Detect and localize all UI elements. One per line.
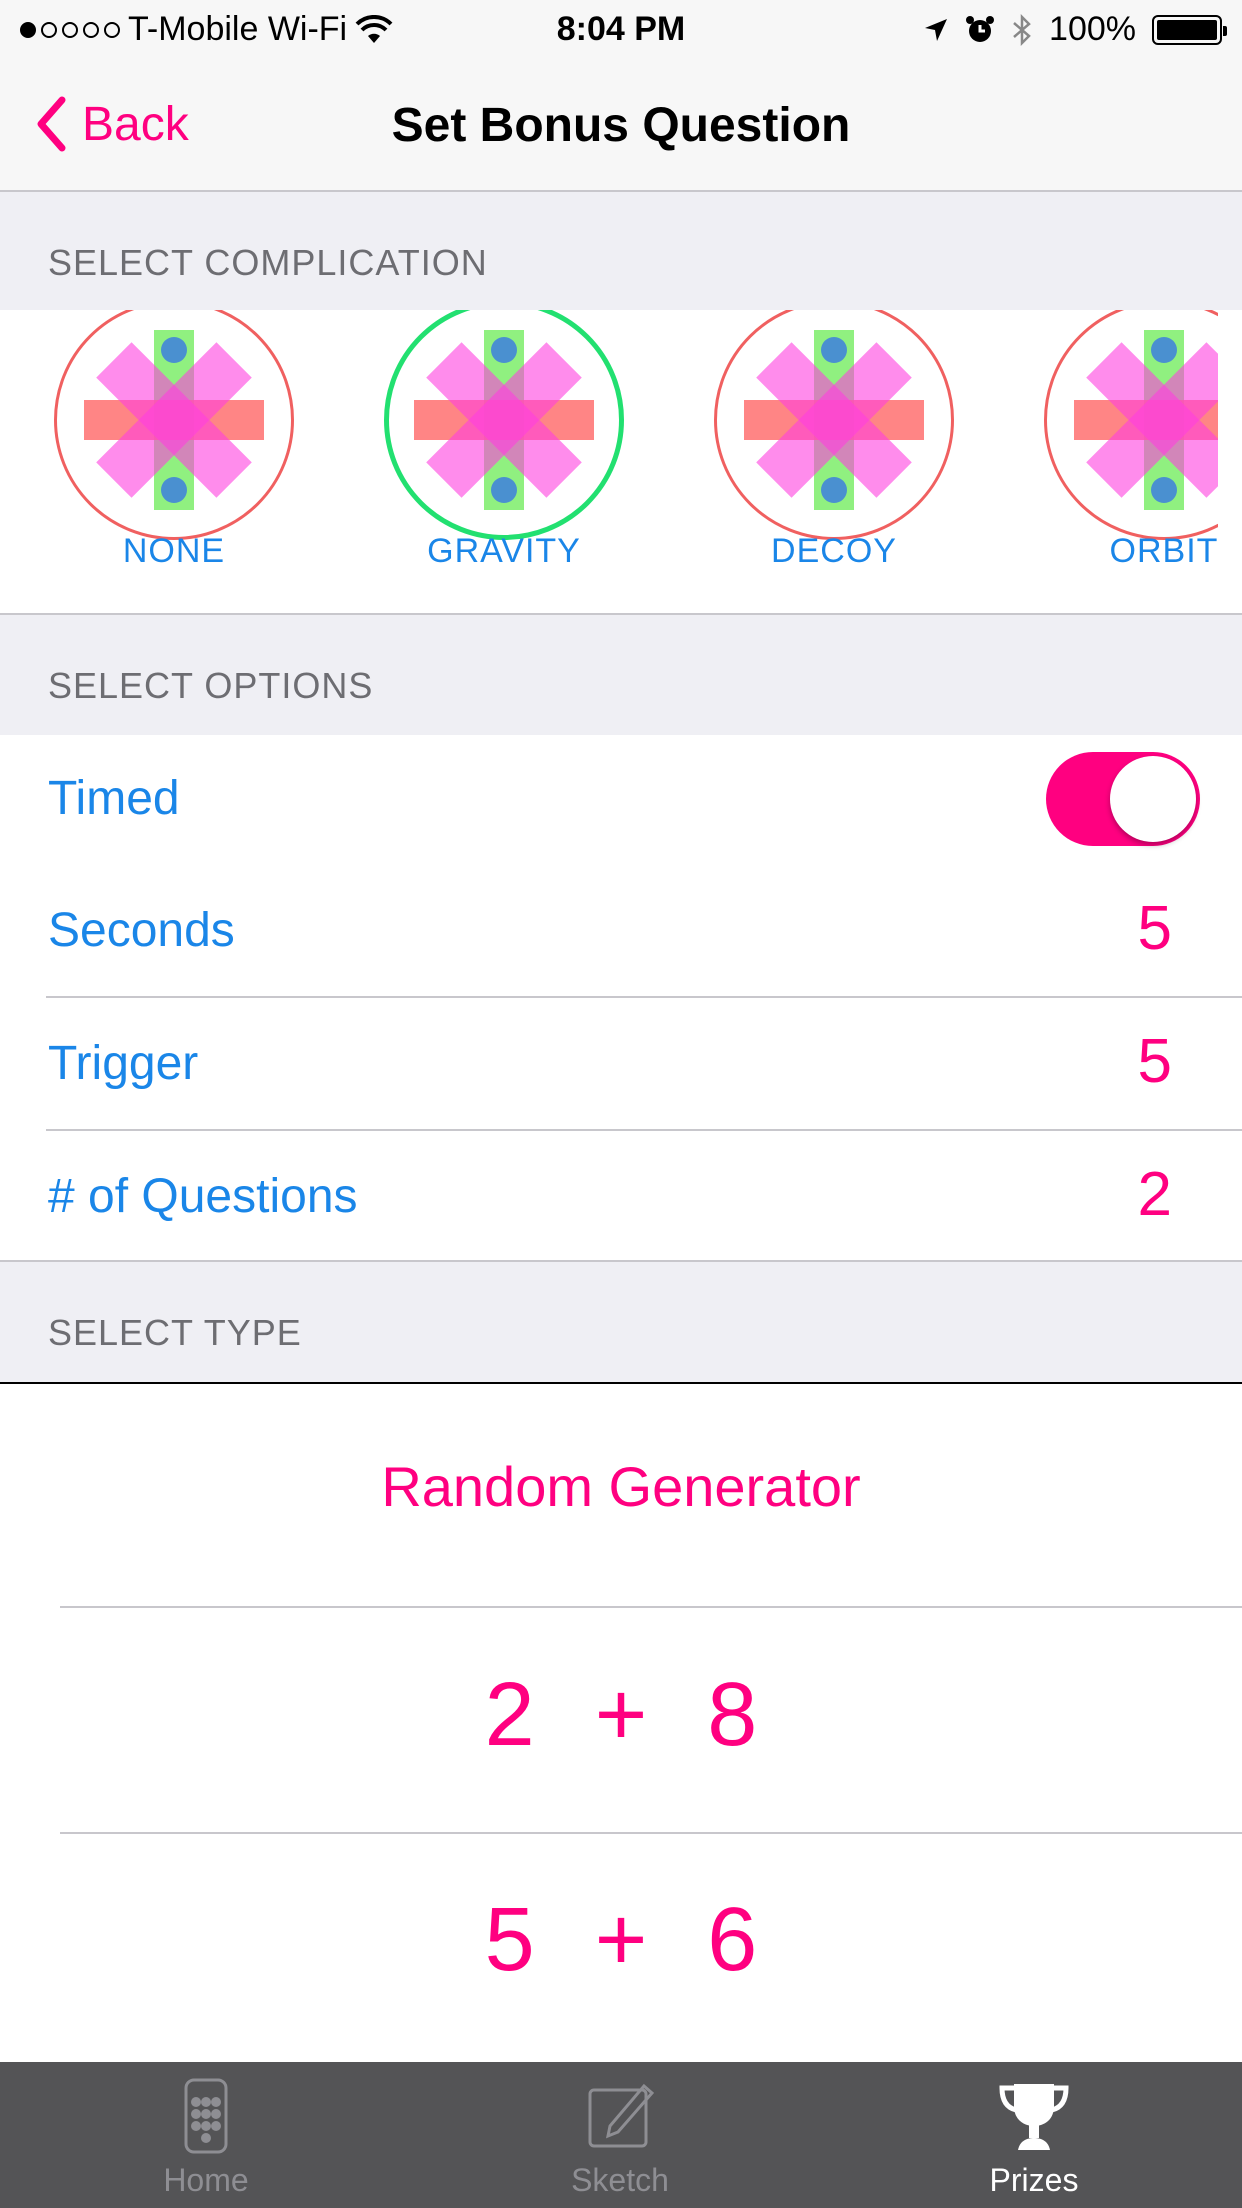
type-list: Random Generator 2 + 8 5 + 6 — [0, 1382, 1242, 2062]
tab-label: Home — [163, 2162, 249, 2198]
battery-icon — [1152, 14, 1227, 45]
operand-a: 2 — [484, 1665, 535, 1765]
equation-row[interactable]: 5 + 6 — [0, 1889, 1242, 1992]
operator: + — [594, 1890, 648, 1990]
navigation-bar: Back Set Bonus Question — [0, 62, 1242, 192]
complication-gravity-icon — [384, 310, 624, 540]
section-header-complication: SELECT COMPLICATION — [0, 192, 1242, 310]
location-arrow-icon — [925, 18, 948, 41]
seconds-label: Seconds — [48, 904, 235, 957]
status-bar: T-Mobile Wi-Fi 8:04 PM 100% — [0, 0, 1242, 62]
sketch-icon — [588, 2083, 655, 2148]
operator: + — [594, 1665, 648, 1765]
tab-prizes[interactable]: Prizes — [884, 2062, 1184, 2208]
seconds-value[interactable]: 5 — [1138, 893, 1172, 964]
complication-carousel[interactable]: NONE GRAVITY DECOY ORBIT — [0, 310, 1242, 615]
section-header-options: SELECT OPTIONS — [0, 615, 1242, 735]
page-title: Set Bonus Question — [391, 99, 851, 152]
option-row-trigger[interactable]: Trigger 5 — [0, 998, 1242, 1129]
random-generator-button[interactable]: Random Generator — [0, 1454, 1242, 1519]
options-list: Timed Seconds 5 Trigger 5 # of Questions… — [0, 735, 1242, 1262]
timed-toggle[interactable] — [1046, 752, 1200, 846]
timed-label: Timed — [48, 772, 180, 825]
tab-sketch[interactable]: Sketch — [470, 2062, 770, 2208]
complication-label: DECOY — [771, 532, 897, 570]
battery-percent: 100% — [1049, 10, 1136, 48]
complication-label: NONE — [122, 532, 226, 570]
complication-orbit-icon — [1044, 310, 1218, 540]
operand-b: 6 — [707, 1890, 758, 1990]
bluetooth-icon — [1013, 13, 1031, 46]
tab-label: Sketch — [571, 2162, 669, 2198]
option-row-timed: Timed — [0, 735, 1242, 863]
alarm-icon — [966, 15, 995, 42]
complication-option-gravity[interactable]: GRAVITY — [354, 310, 654, 613]
trigger-value[interactable]: 5 — [1138, 1026, 1172, 1097]
option-row-seconds[interactable]: Seconds 5 — [0, 863, 1242, 996]
complication-label: ORBIT — [1109, 532, 1218, 570]
toggle-knob — [1110, 756, 1196, 842]
trigger-label: Trigger — [48, 1037, 199, 1090]
questions-value[interactable]: 2 — [1138, 1159, 1172, 1230]
questions-label: # of Questions — [48, 1170, 358, 1223]
complication-decoy-icon — [714, 310, 954, 540]
row-divider — [60, 1832, 1242, 1834]
operand-b: 8 — [707, 1665, 758, 1765]
complication-label: GRAVITY — [427, 532, 581, 570]
keypad-icon — [184, 2078, 228, 2154]
section-header-type: SELECT TYPE — [0, 1262, 1242, 1382]
complication-option-none[interactable]: NONE — [24, 310, 324, 613]
trophy-icon — [999, 2084, 1069, 2150]
equation-row[interactable]: 2 + 8 — [0, 1664, 1242, 1767]
row-divider — [60, 1606, 1242, 1608]
complication-none-icon — [54, 310, 294, 540]
operand-a: 5 — [484, 1890, 535, 1990]
tab-label: Prizes — [989, 2162, 1079, 2198]
tab-home[interactable]: Home — [56, 2062, 356, 2208]
tab-bar: Home Sketch Prizes — [0, 2062, 1242, 2208]
option-row-questions[interactable]: # of Questions 2 — [0, 1131, 1242, 1262]
complication-option-decoy[interactable]: DECOY — [684, 310, 984, 613]
status-right: 100% — [923, 10, 1227, 49]
complication-option-orbit[interactable]: ORBIT — [1014, 310, 1218, 613]
